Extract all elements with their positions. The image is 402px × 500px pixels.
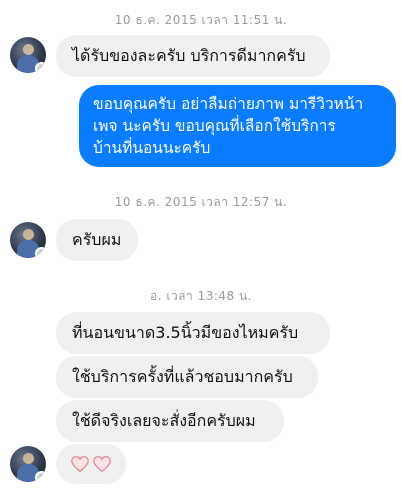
timestamp: 10 ธ.ค. 2015 เวลา 11:51 น.: [114, 13, 288, 27]
heart-icon: [93, 456, 111, 473]
message-bubble-incoming[interactable]: ที่นอนขนาด3.5นิ้วมีของไหมครับ: [56, 312, 330, 354]
message-bubble-incoming[interactable]: ได้รับของละครับ บริการดีมากครับ: [56, 35, 330, 77]
timestamp: 10 ธ.ค. 2015 เวลา 12:57 น.: [114, 195, 288, 209]
message-text-line: เพจ นะครับ ขอบคุณที่เลือกใช้บริการ: [93, 117, 336, 135]
message-text: ได้รับของละครับ บริการดีมากครับ: [72, 46, 306, 65]
timestamp: อ. เวลา 13:48 น.: [150, 289, 252, 303]
message-bubble-incoming[interactable]: ใช้บริการครั้งที่แล้วชอบมากครับ: [56, 356, 318, 398]
message-bubble-incoming[interactable]: ใช้ดีจริงเลยจะสั่งอีกครับผม: [56, 400, 284, 442]
avatar[interactable]: [10, 37, 46, 73]
message-text: ที่นอนขนาด3.5นิ้วมีของไหมครับ: [72, 323, 299, 342]
message-text-line: บ้านที่นอนนะครับ: [93, 139, 211, 157]
message-text-line: ขอบคุณครับ อย่าลืมถ่ายภาพ มารีวิวหน้า: [93, 95, 364, 113]
message-bubble-incoming[interactable]: ครับผม: [56, 219, 138, 261]
avatar[interactable]: [10, 222, 46, 258]
avatar[interactable]: [10, 446, 46, 482]
message-text: ใช้บริการครั้งที่แล้วชอบมากครับ: [72, 367, 293, 386]
message-text: ครับผม: [72, 230, 122, 249]
message-bubble-incoming[interactable]: [56, 444, 126, 484]
heart-icon: [71, 456, 89, 473]
message-bubble-outgoing[interactable]: ขอบคุณครับ อย่าลืมถ่ายภาพ มารีวิวหน้า เพ…: [79, 85, 396, 167]
message-text: ใช้ดีจริงเลยจะสั่งอีกครับผม: [72, 411, 256, 430]
